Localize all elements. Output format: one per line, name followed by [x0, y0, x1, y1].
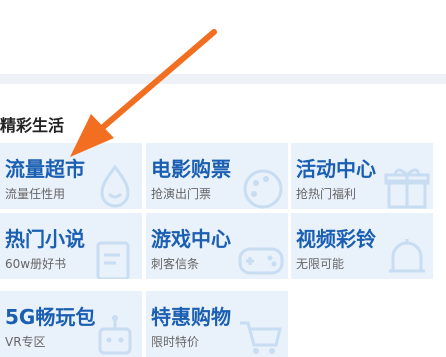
- tile-video-ringtone[interactable]: 视频彩铃 无限可能: [291, 213, 433, 279]
- tile-subtitle: VR专区: [5, 335, 46, 349]
- bell-icon: [381, 233, 431, 279]
- tile-movie-tickets[interactable]: 电影购票 抢演出门票: [146, 143, 288, 209]
- tile-subtitle: 60w册好书: [5, 257, 67, 271]
- gamepad-icon: [236, 233, 286, 279]
- tile-subtitle: 无限可能: [296, 257, 345, 271]
- tile-title: 电影购票: [151, 157, 231, 181]
- tile-game-center[interactable]: 游戏中心 刺客信条: [146, 213, 288, 279]
- palette-icon: [236, 163, 286, 209]
- tile-title: 流量超市: [5, 157, 85, 181]
- tile-title: 特惠购物: [151, 305, 231, 329]
- robot-icon: [90, 311, 140, 357]
- tile-5g-package[interactable]: 5G畅玩包 VR专区: [0, 291, 142, 357]
- tile-popular-novels[interactable]: 热门小说 60w册好书: [0, 213, 142, 279]
- tile-traffic-market[interactable]: 流量超市 流量任性用: [0, 143, 142, 209]
- gift-icon: [381, 163, 431, 209]
- cart-icon: [236, 311, 286, 357]
- tile-title: 视频彩铃: [296, 227, 376, 251]
- section-title: 精彩生活: [0, 116, 65, 135]
- tile-activity-center[interactable]: 活动中心 抢热门福利: [291, 143, 433, 209]
- tile-subtitle: 限时特价: [151, 335, 200, 349]
- tile-title: 热门小说: [5, 227, 85, 251]
- tile-title: 活动中心: [296, 157, 376, 181]
- tile-subtitle: 刺客信条: [151, 257, 200, 271]
- drop-icon: [90, 163, 140, 209]
- section-divider: [0, 74, 446, 84]
- tile-title: 游戏中心: [151, 227, 231, 251]
- tile-subtitle: 流量任性用: [5, 187, 66, 201]
- tile-subtitle: 抢演出门票: [151, 187, 212, 201]
- tile-subtitle: 抢热门福利: [296, 187, 357, 201]
- tile-discount-shopping[interactable]: 特惠购物 限时特价: [146, 291, 288, 357]
- tile-title: 5G畅玩包: [5, 305, 96, 329]
- book-icon: [90, 233, 140, 279]
